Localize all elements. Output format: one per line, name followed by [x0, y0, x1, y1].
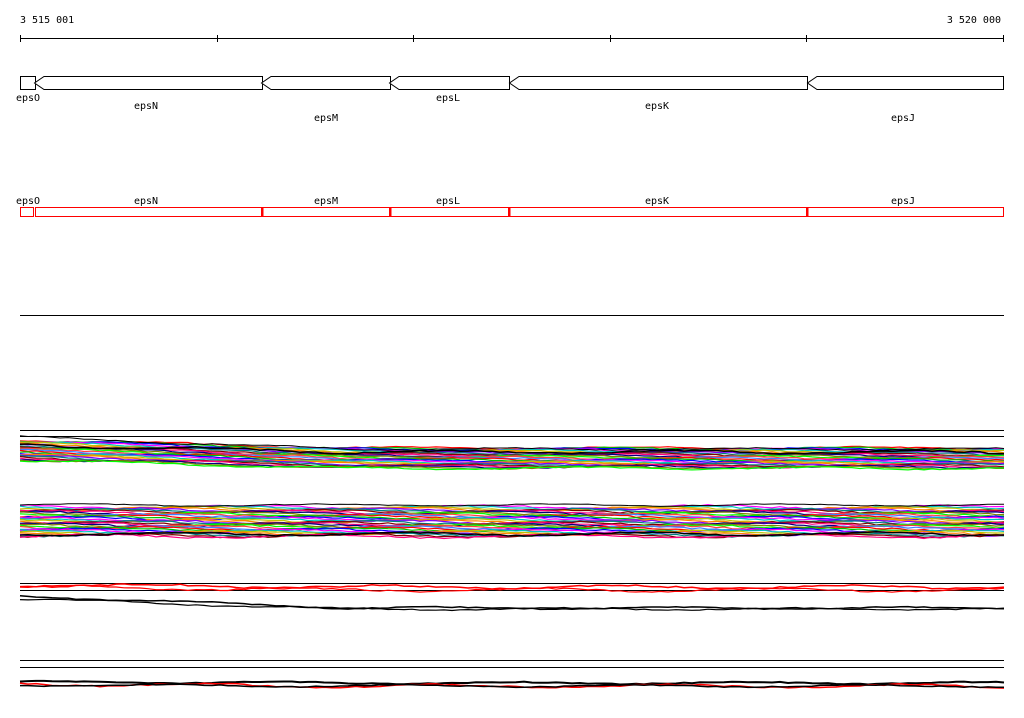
genome-track-canvas: 3 515 001 3 520 000 epsO epsN epsM epsL …	[16, 15, 1005, 689]
gene-annotation-track: epsO epsN epsM epsL epsK epsJ	[16, 76, 1004, 124]
feature-box-epsK[interactable]	[509, 207, 807, 217]
feature-box-epsM[interactable]	[262, 207, 390, 217]
gene-label-epsJ: epsJ	[891, 113, 915, 124]
gene-epsJ[interactable]	[806, 76, 1004, 90]
gene-epsN[interactable]	[33, 76, 263, 90]
gene-label-epsN: epsN	[134, 101, 158, 112]
gene-epsL[interactable]	[388, 76, 510, 90]
feature-box-track: epsO epsN epsM epsL epsK epsJ	[16, 196, 1004, 217]
feature-box-epsJ[interactable]	[807, 207, 1004, 217]
feature-box-epsN[interactable]	[35, 207, 262, 217]
gene-epsK[interactable]	[508, 76, 808, 90]
profile-curve	[19, 594, 1005, 611]
gene-label-epsM: epsM	[314, 113, 338, 124]
gene-epsO[interactable]	[20, 76, 36, 90]
profile-curve	[19, 584, 1005, 593]
feature-box-epsL[interactable]	[390, 207, 509, 217]
genome-browser-view: 3 515 001 3 520 000 epsO epsN epsM epsL …	[0, 0, 1024, 714]
gene-epsM[interactable]	[260, 76, 391, 90]
feature-label-epsO: epsO	[16, 196, 40, 207]
profile-curve	[19, 583, 1005, 590]
ruler-start-label: 3 515 001	[20, 15, 74, 26]
gene-label-epsL: epsL	[436, 93, 460, 104]
coordinate-ruler: 3 515 001 3 520 000	[20, 15, 1004, 42]
gene-label-epsK: epsK	[645, 101, 669, 112]
feature-label-epsJ: epsJ	[891, 196, 915, 207]
ruler-end-label: 3 520 000	[947, 15, 1001, 26]
feature-label-epsK: epsK	[645, 196, 669, 207]
gene-label-epsO: epsO	[16, 93, 40, 104]
feature-label-epsL: epsL	[436, 196, 460, 207]
expression-profiles	[19, 435, 1005, 689]
feature-box-epsO[interactable]	[20, 207, 34, 217]
feature-label-epsN: epsN	[134, 196, 158, 207]
feature-label-epsM: epsM	[314, 196, 338, 207]
